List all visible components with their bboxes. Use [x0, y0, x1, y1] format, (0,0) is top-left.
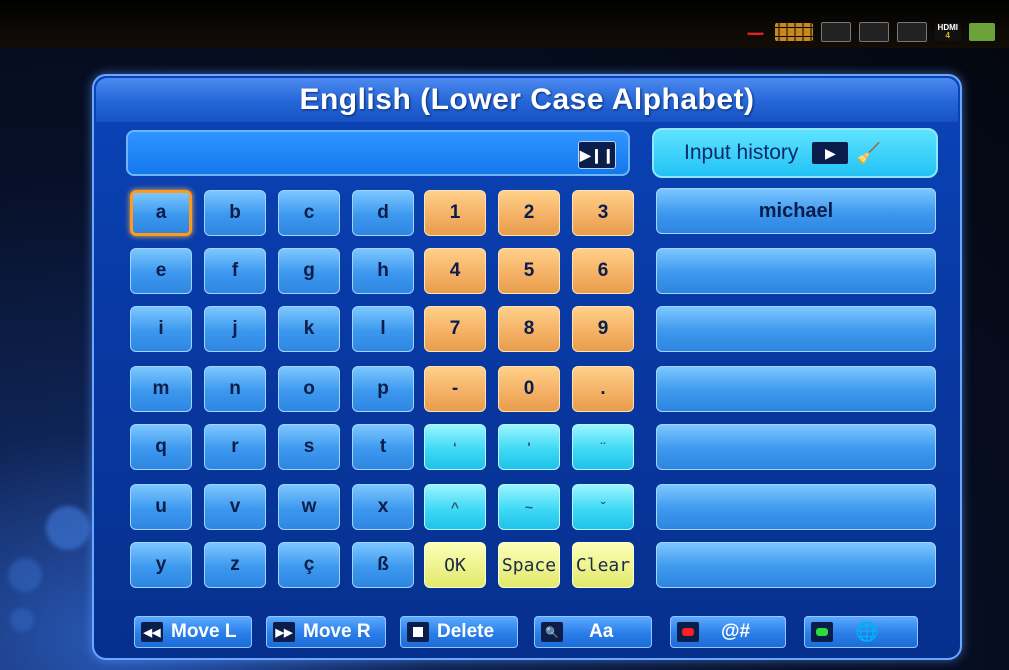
key-m[interactable]: m — [130, 366, 192, 412]
input-history-label: Input history — [684, 141, 799, 164]
virtual-keyboard-panel: English (Lower Case Alphabet) ▶❙❙ Input … — [92, 74, 962, 660]
key-b[interactable]: b — [204, 190, 266, 236]
fast-forward-icon: ▶▶ — [273, 622, 295, 642]
history-item[interactable] — [656, 366, 936, 412]
clear-button[interactable]: Clear — [572, 542, 634, 588]
key-c[interactable]: c — [278, 190, 340, 236]
space-button[interactable]: Space — [498, 542, 560, 588]
key-6[interactable]: 6 — [572, 248, 634, 294]
key-w[interactable]: w — [278, 484, 340, 530]
key-8[interactable]: 8 — [498, 306, 560, 352]
symbols-button[interactable]: @# — [670, 616, 786, 648]
key-period[interactable]: . — [572, 366, 634, 412]
history-item[interactable] — [656, 542, 936, 588]
title-bar: English (Lower Case Alphabet) — [96, 78, 958, 122]
key-0[interactable]: 0 — [498, 366, 560, 412]
key-minus[interactable]: - — [424, 366, 486, 412]
language-button[interactable]: 🌐 — [804, 616, 918, 648]
key-z[interactable]: z — [204, 542, 266, 588]
ok-button[interactable]: OK — [424, 542, 486, 588]
key-i[interactable]: i — [130, 306, 192, 352]
key-2[interactable]: 2 — [498, 190, 560, 236]
key-g[interactable]: g — [278, 248, 340, 294]
rewind-icon: ◀◀ — [141, 622, 163, 642]
stop-icon — [407, 622, 429, 642]
bokeh-light — [10, 608, 34, 632]
key-v[interactable]: v — [204, 484, 266, 530]
red-button-icon — [677, 622, 699, 642]
key-c-cedilla[interactable]: ç — [278, 542, 340, 588]
symbols-label: @# — [721, 621, 751, 642]
zoom-icon: 🔍 — [541, 622, 563, 642]
tv-status-icons: ▬▬ HDMI 4 — [745, 22, 995, 42]
history-item[interactable]: michael — [656, 188, 936, 234]
key-s[interactable]: s — [278, 424, 340, 470]
key-5[interactable]: 5 — [498, 248, 560, 294]
case-toggle-button[interactable]: 🔍 Aa — [534, 616, 652, 648]
history-item[interactable] — [656, 424, 936, 470]
delete-button[interactable]: Delete — [400, 616, 518, 648]
key-e[interactable]: e — [130, 248, 192, 294]
broom-clear-icon[interactable]: 🧹 — [856, 141, 881, 166]
globe-icon: 🌐 — [855, 622, 879, 643]
key-h[interactable]: h — [352, 248, 414, 294]
case-toggle-label: Aa — [589, 621, 614, 642]
key-y[interactable]: y — [130, 542, 192, 588]
bokeh-light — [8, 558, 42, 592]
key-3[interactable]: 3 — [572, 190, 634, 236]
history-item[interactable] — [656, 484, 936, 530]
keyboard-title: English (Lower Case Alphabet) — [299, 83, 755, 116]
key-p[interactable]: p — [352, 366, 414, 412]
key-n[interactable]: n — [204, 366, 266, 412]
key-j[interactable]: j — [204, 306, 266, 352]
key-q[interactable]: q — [130, 424, 192, 470]
key-7[interactable]: 7 — [424, 306, 486, 352]
key-k[interactable]: k — [278, 306, 340, 352]
history-item[interactable] — [656, 306, 936, 352]
move-left-button[interactable]: ◀◀ Move L — [134, 616, 252, 648]
bokeh-light — [46, 506, 90, 550]
led-badge-icon — [820, 22, 851, 42]
key-t[interactable]: t — [352, 424, 414, 470]
arrow-right-icon: ▶ — [812, 142, 849, 164]
move-right-button[interactable]: ▶▶ Move R — [266, 616, 386, 648]
key-tilde[interactable]: ~ — [498, 484, 560, 530]
key-4[interactable]: 4 — [424, 248, 486, 294]
input-history-button[interactable]: Input history ▶ 🧹 — [652, 128, 938, 178]
key-umlaut[interactable]: ¨ — [572, 424, 634, 470]
move-right-label: Move R — [303, 621, 371, 642]
key-9[interactable]: 9 — [572, 306, 634, 352]
input-badge-icon — [858, 22, 889, 42]
key-a[interactable]: a — [130, 190, 192, 236]
key-apostrophe[interactable]: ' — [498, 424, 560, 470]
key-caret[interactable]: ^ — [424, 484, 486, 530]
key-d[interactable]: d — [352, 190, 414, 236]
delete-label: Delete — [437, 621, 495, 642]
mode-badge-icon — [896, 22, 927, 42]
key-o[interactable]: o — [278, 366, 340, 412]
move-left-label: Move L — [171, 621, 237, 642]
brand-logo-icon: ▬▬ — [747, 27, 764, 37]
text-input-field[interactable]: ▶❙❙ — [126, 130, 630, 176]
key-grave-accent[interactable]: ‘ — [424, 424, 486, 470]
play-pause-icon[interactable]: ▶❙❙ — [578, 141, 616, 169]
key-f[interactable]: f — [204, 248, 266, 294]
key-eszett[interactable]: ß — [352, 542, 414, 588]
hdmi-badge-icon: HDMI 4 — [934, 23, 961, 41]
grid-status-icon — [775, 23, 813, 41]
key-x[interactable]: x — [352, 484, 414, 530]
key-u[interactable]: u — [130, 484, 192, 530]
key-1[interactable]: 1 — [424, 190, 486, 236]
key-l[interactable]: l — [352, 306, 414, 352]
green-button-icon — [811, 622, 833, 642]
key-caron[interactable]: ˇ — [572, 484, 634, 530]
satellite-icon — [969, 23, 995, 41]
history-item[interactable] — [656, 248, 936, 294]
key-r[interactable]: r — [204, 424, 266, 470]
